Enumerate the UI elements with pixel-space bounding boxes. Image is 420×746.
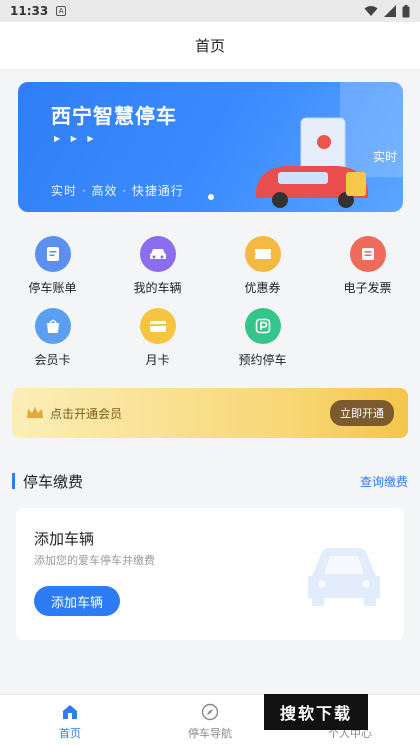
tab-parking-navigation[interactable]: 停车导航	[160, 703, 260, 741]
tab-label: 停车导航	[188, 727, 232, 740]
feature-label: 预约停车	[238, 353, 287, 367]
feature-label: 会员卡	[34, 353, 71, 367]
activate-vip-button[interactable]: 立即开通	[330, 400, 394, 426]
vip-banner[interactable]: 点击开通会员 立即开通	[12, 388, 408, 438]
member-card-icon	[34, 308, 71, 344]
add-card-title: 添加车辆	[34, 530, 95, 548]
notification-icon: A	[56, 6, 67, 16]
add-vehicle-button[interactable]: 添加车辆	[34, 586, 120, 616]
signal-icon	[384, 5, 396, 17]
feature-e-invoice[interactable]: 电子发票	[315, 236, 420, 296]
promo-banner[interactable]: 西宁智慧停车 ▶ ▶ ▶ 实时 · 高效 · 快捷通行 实时	[18, 82, 403, 212]
crown-icon	[27, 407, 43, 418]
watermark-logo: 搜软下载	[264, 694, 368, 730]
vip-text: 点击开通会员	[50, 406, 123, 421]
add-vehicle-card: 添加车辆 添加您的爱车停车并缴费 添加车辆	[16, 508, 404, 640]
section-accent-bar	[12, 473, 15, 489]
feature-parking-bill[interactable]: 停车账单	[0, 236, 105, 296]
feature-label: 电子发票	[343, 281, 392, 295]
feature-label: 我的车辆	[133, 281, 182, 295]
tab-label: 首页	[59, 727, 81, 740]
reserve-parking-icon	[244, 308, 281, 344]
status-time: 11:33	[10, 4, 49, 18]
compass-icon	[201, 703, 219, 721]
status-icons	[364, 4, 410, 18]
page-title: 首页	[194, 37, 225, 55]
feature-reserve-parking[interactable]: 预约停车	[210, 308, 315, 368]
banner-subtitle: 实时 · 高效 · 快捷通行	[51, 184, 184, 198]
feature-member-card[interactable]: 会员卡	[0, 308, 105, 368]
feature-label: 优惠券	[244, 281, 281, 295]
monthly-card-icon	[139, 308, 176, 344]
home-icon	[63, 705, 77, 719]
carousel-indicator	[208, 194, 214, 200]
query-payment-link[interactable]: 查询缴费	[360, 473, 408, 490]
banner-arrows: ▶ ▶ ▶	[54, 134, 98, 143]
wifi-icon	[364, 6, 378, 16]
add-card-subtitle: 添加您的爱车停车并缴费	[34, 554, 155, 567]
title-bar: 首页	[0, 22, 420, 70]
car-illustration-icon	[308, 548, 380, 606]
feature-coupons[interactable]: 优惠券	[210, 236, 315, 296]
section-title: 停车缴费	[23, 472, 84, 491]
tab-home[interactable]: 首页	[20, 703, 120, 741]
status-bar: 11:33 A	[0, 0, 420, 22]
battery-icon	[402, 4, 410, 17]
parking-payment-header: 停车缴费 查询缴费	[12, 470, 408, 492]
feature-my-vehicles[interactable]: 我的车辆	[105, 236, 210, 296]
bill-icon	[34, 236, 71, 272]
banner-side-text: 实时	[372, 150, 397, 164]
invoice-icon	[349, 236, 386, 272]
car-icon	[139, 236, 176, 272]
banner-title: 西宁智慧停车	[51, 104, 177, 128]
coupon-icon	[244, 236, 281, 272]
banner-illustration	[256, 117, 368, 208]
feature-label: 月卡	[145, 353, 170, 367]
feature-monthly-card[interactable]: 月卡	[105, 308, 210, 368]
feature-label: 停车账单	[28, 281, 77, 295]
